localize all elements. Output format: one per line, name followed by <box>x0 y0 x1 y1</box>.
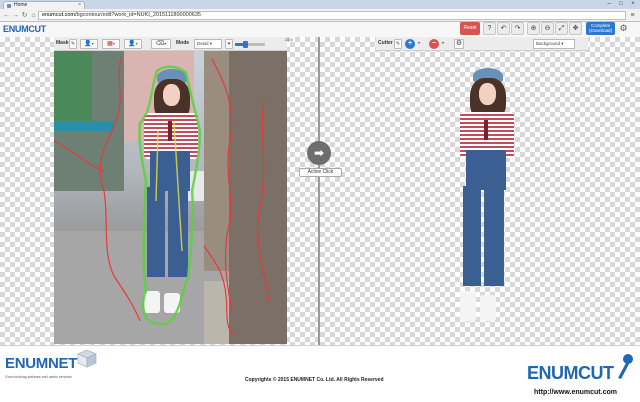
background-mask-icon[interactable]: ▦▾ <box>102 39 120 49</box>
mask-brush-icon[interactable]: ✎ <box>69 39 77 49</box>
remove-region-icon[interactable]: − <box>429 39 439 49</box>
zoom-in-icon[interactable]: ⊕ <box>527 22 540 35</box>
add-dropdown-icon[interactable]: ▾ <box>416 39 422 49</box>
logo-cut-text: CUT <box>28 24 46 34</box>
undo-icon[interactable]: ↶ <box>497 22 510 35</box>
mode-select[interactable]: Detail ▾ <box>194 39 222 49</box>
brush-size-slider[interactable] <box>235 41 265 48</box>
copyright-text: Copyrights © 2015 ENUMNET Co. Ltd. All R… <box>245 377 384 383</box>
remove-dropdown-icon[interactable]: ▾ <box>440 39 446 49</box>
tab-close-icon[interactable]: × <box>78 2 81 9</box>
reset-button[interactable]: Reset <box>460 22 480 35</box>
active-click-label: Active Click <box>299 168 342 177</box>
cutter-brush-icon[interactable]: ✎ <box>394 39 402 49</box>
zoom-out-icon[interactable]: ⊖ <box>541 22 554 35</box>
home-icon[interactable]: ⌂ <box>29 11 38 20</box>
add-region-icon[interactable]: + <box>405 39 415 49</box>
mask-label: Mask <box>56 40 69 46</box>
back-arrow-icon[interactable]: ← <box>2 11 11 20</box>
url-domain: enumcut.com <box>42 12 76 18</box>
window-close-button[interactable]: × <box>627 0 639 8</box>
download-label: (Download) <box>588 28 612 33</box>
cutter-settings-gear-icon[interactable]: ⚙ <box>454 39 464 49</box>
settings-gear-icon[interactable]: ⚙ <box>617 22 630 35</box>
mode-label: Mode <box>176 40 190 46</box>
slider-value: 22.5 <box>285 37 293 42</box>
pane-divider[interactable] <box>318 37 320 345</box>
redo-icon[interactable]: ↷ <box>511 22 524 35</box>
help-icon[interactable]: ? <box>483 22 496 35</box>
window-minimize-button[interactable]: – <box>603 0 615 8</box>
mask-toolbar: Mask ✎ 👤▾ ▦▾ 👤▾ ⌫▾ Mode Detail ▾ ▾ 22.5 <box>54 37 293 51</box>
move-icon[interactable]: ✥ <box>569 22 582 35</box>
fit-screen-icon[interactable]: ⤢ <box>555 22 568 35</box>
window-maximize-button[interactable]: □ <box>615 0 627 8</box>
background-select[interactable]: Background ▾ <box>533 39 575 49</box>
enumnet-cube-icon <box>77 349 97 368</box>
complete-download-button[interactable]: Complete (Download) <box>586 22 615 35</box>
active-click-arrow-icon[interactable]: ➡ <box>307 141 331 165</box>
reload-icon[interactable]: ↻ <box>20 11 29 20</box>
favicon-icon <box>7 4 11 8</box>
slider-handle[interactable] <box>243 41 248 48</box>
cutout-figure <box>448 51 528 345</box>
forward-arrow-icon[interactable]: → <box>11 11 20 20</box>
enumcut-logo[interactable]: ENUMCUT <box>3 24 46 34</box>
enumnet-tagline: Good working software and useful service… <box>5 375 72 379</box>
url-path: /bgcontour/edit?work_id=NUKI_20151118000… <box>75 12 201 18</box>
eraser-icon[interactable]: ⌫▾ <box>151 39 171 49</box>
enumcut-footer-logo[interactable]: ENUMCUT <box>527 363 614 384</box>
browser-tab-bar: Home × – □ × <box>0 0 640 9</box>
address-bar: ← → ↻ ⌂ enumcut.com/bgcontour/edit?work_… <box>0 9 640 22</box>
enumnet-logo[interactable]: ENUMNET <box>5 355 77 372</box>
enumcut-pen-icon <box>618 354 633 379</box>
person-green-icon[interactable]: 👤▾ <box>124 39 142 49</box>
site-url-link[interactable]: http://www.enumcut.com <box>534 389 617 396</box>
url-field[interactable]: enumcut.com/bgcontour/edit?work_id=NUKI_… <box>38 11 626 20</box>
foreground-person-icon[interactable]: 👤▾ <box>80 39 98 49</box>
browser-tab[interactable]: Home × <box>3 1 85 9</box>
tab-title: Home <box>14 2 28 8</box>
cutter-label: Cutter <box>378 40 393 46</box>
cutter-toolbar: Cutter ✎ + ▾ − ▾ ⚙ Background ▾ <box>376 37 588 51</box>
source-photo[interactable] <box>54 51 287 344</box>
brush-size-icon: ▾ <box>225 39 233 49</box>
mask-strokes-overlay <box>54 55 270 337</box>
browser-menu-icon[interactable]: ≡ <box>628 11 637 20</box>
logo-enum-text: ENUM <box>3 24 29 34</box>
